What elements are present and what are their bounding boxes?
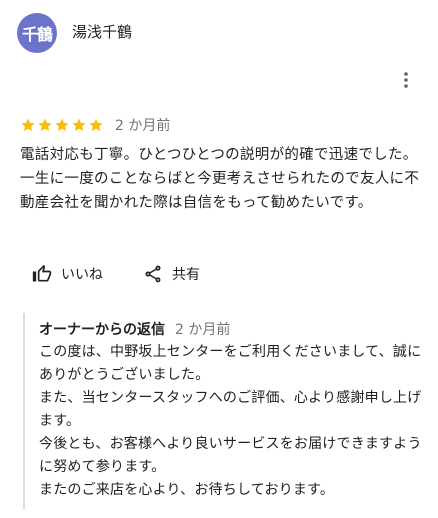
star-icon [55, 118, 69, 131]
thumb-up-icon [32, 264, 52, 282]
owner-reply-text: この度は、中野坂上センターをご利用くださいまして、誠にありがとうございました。 … [39, 344, 422, 498]
review-text: 電話対応も丁寧。ひとつひとつの説明が的確で迅速でした。一生に一度のことならばと今… [20, 147, 420, 211]
star-rating [20, 117, 104, 133]
share-icon [145, 265, 161, 283]
share-label: 共有 [172, 267, 200, 283]
star-icon [21, 118, 35, 131]
owner-reply-date: 2 か月前 [175, 322, 231, 338]
review-actions: いいね 共有 [32, 263, 200, 285]
star-icon [72, 118, 86, 131]
review-date: 2 か月前 [115, 118, 171, 134]
owner-reply-header: オーナーからの返信 2 か月前 [39, 319, 423, 341]
like-label: いいね [61, 267, 103, 283]
reviewer-avatar[interactable]: 千鶴 [17, 13, 57, 53]
owner-reply: オーナーからの返信 2 か月前 この度は、中野坂上センターをご利用くださいまして… [23, 313, 423, 509]
share-button[interactable]: 共有 [143, 264, 200, 284]
star-icon [38, 118, 52, 131]
rating-row: 2 か月前 [20, 115, 170, 135]
owner-reply-title: オーナーからの返信 [39, 322, 165, 338]
like-button[interactable]: いいね [32, 264, 103, 284]
star-icon [89, 118, 103, 131]
more-options-button[interactable] [396, 68, 416, 92]
reviewer-name[interactable]: 湯浅千鶴 [72, 21, 132, 42]
more-vert-icon [404, 72, 408, 88]
